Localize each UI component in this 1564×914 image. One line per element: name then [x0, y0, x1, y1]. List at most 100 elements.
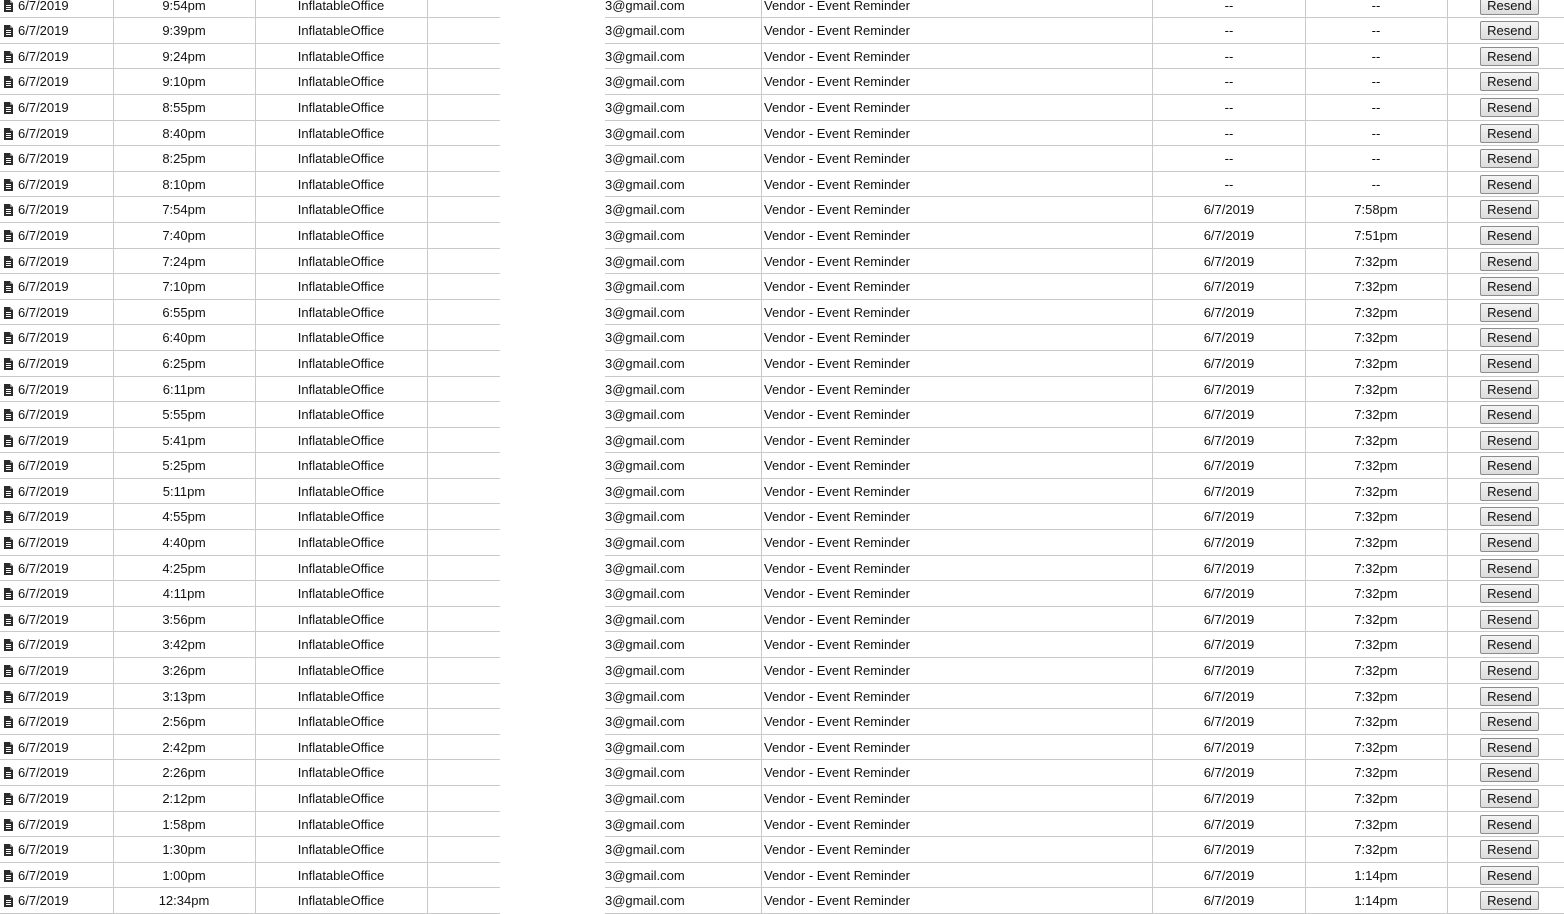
recipient-email: 3@gmail.com — [605, 765, 685, 781]
table-row: 6/7/2019 4:25pm InflatableOffice 3@gmail… — [0, 556, 1564, 582]
document-icon[interactable] — [3, 639, 14, 652]
resend-button[interactable]: Resend — [1480, 21, 1539, 41]
sent-time: 5:55pm — [162, 407, 206, 423]
document-icon[interactable] — [3, 281, 14, 294]
sent-time: 1:00pm — [162, 867, 206, 883]
document-icon[interactable] — [3, 844, 14, 857]
document-icon[interactable] — [3, 101, 14, 114]
resend-button[interactable]: Resend — [1480, 97, 1539, 117]
sent-date: 6/7/2019 — [18, 816, 69, 832]
resend-button[interactable]: Resend — [1480, 789, 1539, 809]
opened-date: -- — [1224, 176, 1234, 192]
resend-button[interactable]: Resend — [1480, 353, 1539, 373]
document-icon[interactable] — [3, 306, 14, 319]
opened-date: 6/7/2019 — [1203, 893, 1255, 909]
resend-button[interactable]: Resend — [1480, 814, 1539, 834]
resend-button[interactable]: Resend — [1480, 507, 1539, 527]
sender-name: InflatableOffice — [297, 586, 385, 602]
resend-button[interactable]: Resend — [1480, 123, 1539, 143]
resend-button[interactable]: Resend — [1480, 891, 1539, 911]
resend-button[interactable]: Resend — [1480, 328, 1539, 348]
document-icon[interactable] — [3, 25, 14, 38]
resend-button[interactable]: Resend — [1480, 225, 1539, 245]
resend-button[interactable]: Resend — [1480, 200, 1539, 220]
document-icon[interactable] — [3, 613, 14, 626]
recipient-email: 3@gmail.com — [605, 279, 685, 295]
resend-button[interactable]: Resend — [1480, 405, 1539, 425]
document-icon[interactable] — [3, 485, 14, 498]
document-icon[interactable] — [3, 537, 14, 550]
recipient-email: 3@gmail.com — [605, 688, 685, 704]
resend-button[interactable]: Resend — [1480, 302, 1539, 322]
resend-button[interactable]: Resend — [1480, 379, 1539, 399]
document-icon[interactable] — [3, 895, 14, 908]
resend-button[interactable]: Resend — [1480, 865, 1539, 885]
recipient-email: 3@gmail.com — [605, 893, 685, 909]
resend-button[interactable]: Resend — [1480, 533, 1539, 553]
document-icon[interactable] — [3, 0, 14, 12]
table-row: 6/7/2019 12:34pm InflatableOffice 3@gmai… — [0, 888, 1564, 914]
document-icon[interactable] — [3, 665, 14, 678]
opened-time: -- — [1371, 151, 1381, 167]
resend-button[interactable]: Resend — [1480, 609, 1539, 629]
document-icon[interactable] — [3, 332, 14, 345]
sender-name: InflatableOffice — [297, 560, 385, 576]
document-icon[interactable] — [3, 383, 14, 396]
resend-button[interactable]: Resend — [1480, 737, 1539, 757]
email-subject: Vendor - Event Reminder — [764, 355, 910, 371]
resend-button[interactable]: Resend — [1480, 72, 1539, 92]
resend-button[interactable]: Resend — [1480, 712, 1539, 732]
resend-button[interactable]: Resend — [1480, 277, 1539, 297]
resend-button[interactable]: Resend — [1480, 481, 1539, 501]
sent-time: 8:10pm — [162, 176, 206, 192]
resend-button[interactable]: Resend — [1480, 840, 1539, 860]
document-icon[interactable] — [3, 460, 14, 473]
document-icon[interactable] — [3, 869, 14, 882]
sent-date: 6/7/2019 — [18, 765, 69, 781]
document-icon[interactable] — [3, 229, 14, 242]
resend-button[interactable]: Resend — [1480, 251, 1539, 271]
document-icon[interactable] — [3, 357, 14, 370]
opened-time: 7:32pm — [1354, 586, 1398, 602]
document-icon[interactable] — [3, 434, 14, 447]
email-subject: Vendor - Event Reminder — [764, 586, 910, 602]
document-icon[interactable] — [3, 511, 14, 524]
document-icon[interactable] — [3, 178, 14, 191]
document-icon[interactable] — [3, 767, 14, 780]
sender-name: InflatableOffice — [297, 202, 385, 218]
resend-button[interactable]: Resend — [1480, 661, 1539, 681]
document-icon[interactable] — [3, 409, 14, 422]
document-icon[interactable] — [3, 255, 14, 268]
document-icon[interactable] — [3, 793, 14, 806]
resend-button[interactable]: Resend — [1480, 763, 1539, 783]
resend-button[interactable]: Resend — [1480, 558, 1539, 578]
document-icon[interactable] — [3, 716, 14, 729]
email-subject: Vendor - Event Reminder — [764, 151, 910, 167]
table-row: 6/7/2019 5:41pm InflatableOffice 3@gmail… — [0, 428, 1564, 454]
resend-button[interactable]: Resend — [1480, 430, 1539, 450]
sent-date: 6/7/2019 — [18, 714, 69, 730]
document-icon[interactable] — [3, 76, 14, 89]
resend-button[interactable]: Resend — [1480, 456, 1539, 476]
resend-button[interactable]: Resend — [1480, 149, 1539, 169]
resend-button[interactable]: Resend — [1480, 635, 1539, 655]
resend-button[interactable]: Resend — [1480, 46, 1539, 66]
document-icon[interactable] — [3, 818, 14, 831]
document-icon[interactable] — [3, 690, 14, 703]
document-icon[interactable] — [3, 588, 14, 601]
resend-button[interactable]: Resend — [1480, 584, 1539, 604]
document-icon[interactable] — [3, 127, 14, 140]
sent-date: 6/7/2019 — [18, 867, 69, 883]
document-icon[interactable] — [3, 562, 14, 575]
document-icon[interactable] — [3, 153, 14, 166]
document-icon[interactable] — [3, 741, 14, 754]
resend-button[interactable]: Resend — [1480, 0, 1539, 15]
table-row: 6/7/2019 7:40pm InflatableOffice 3@gmail… — [0, 223, 1564, 249]
document-icon[interactable] — [3, 204, 14, 217]
sent-date: 6/7/2019 — [18, 48, 69, 64]
resend-button[interactable]: Resend — [1480, 174, 1539, 194]
email-subject: Vendor - Event Reminder — [764, 125, 910, 141]
resend-button[interactable]: Resend — [1480, 686, 1539, 706]
sent-time: 9:24pm — [162, 48, 206, 64]
document-icon[interactable] — [3, 50, 14, 63]
